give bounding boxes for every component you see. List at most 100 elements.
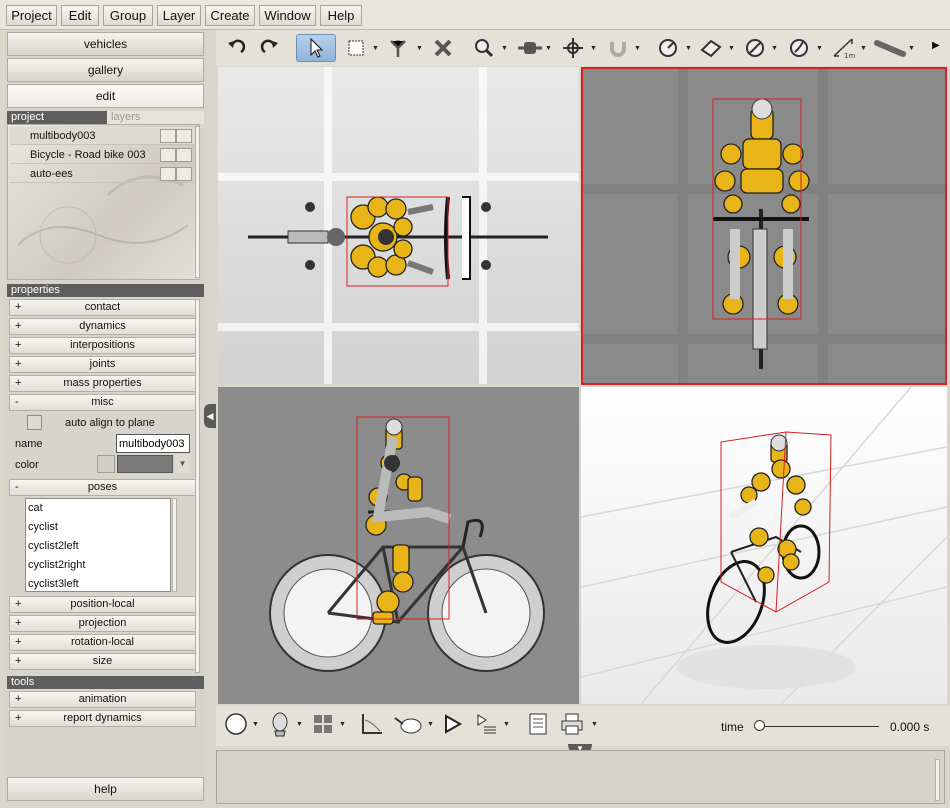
chevron-down-icon[interactable]: ▼	[728, 45, 735, 52]
visibility-toggle[interactable]	[160, 129, 176, 143]
edit-button[interactable]: edit	[7, 84, 204, 108]
chevron-down-icon[interactable]: ▼	[296, 721, 303, 728]
property-group-projection[interactable]: + projection	[9, 615, 196, 632]
chevron-down-icon[interactable]: ▼	[372, 45, 379, 52]
time-slider-track[interactable]	[759, 726, 879, 727]
name-field[interactable]	[116, 434, 190, 453]
project-item[interactable]: multibody003	[10, 127, 196, 145]
color-picker[interactable]	[117, 455, 173, 473]
select-arrow-icon[interactable]	[296, 34, 336, 62]
menu-group[interactable]: Group	[103, 5, 153, 26]
property-group-joints[interactable]: + joints	[9, 356, 196, 373]
print-icon[interactable]	[558, 710, 586, 738]
measure-distance-icon[interactable]: 1m	[830, 34, 858, 62]
property-group-rotation-local[interactable]: + rotation-local	[9, 634, 196, 651]
menu-edit[interactable]: Edit	[61, 5, 99, 26]
magnet-icon[interactable]	[604, 34, 632, 62]
delete-icon[interactable]	[429, 34, 457, 62]
grid-layout-icon[interactable]	[309, 710, 337, 738]
chevron-down-icon[interactable]: ▼	[590, 45, 597, 52]
property-group-position-local[interactable]: + position-local	[9, 596, 196, 613]
vehicles-button[interactable]: vehicles	[7, 32, 204, 56]
chevron-down-icon[interactable]: ▼	[908, 45, 915, 52]
color-swatch-small[interactable]	[97, 455, 115, 473]
property-group-dynamics[interactable]: + dynamics	[9, 318, 196, 335]
chevron-down-icon[interactable]: ▼	[252, 721, 259, 728]
list-item[interactable]: cyclist	[26, 518, 170, 537]
property-group-size[interactable]: + size	[9, 653, 196, 670]
list-item[interactable]: cyclist2left	[26, 537, 170, 556]
chevron-down-icon[interactable]: ▼	[816, 45, 823, 52]
panel-collapse-handle[interactable]: ◀	[204, 404, 216, 428]
viewport-top[interactable]	[218, 67, 579, 384]
menu-window[interactable]: Window	[259, 5, 316, 26]
lock-toggle[interactable]	[176, 148, 192, 162]
chevron-down-icon[interactable]: ▼	[427, 721, 434, 728]
chevron-down-icon[interactable]: ▼	[860, 45, 867, 52]
tool-group-animation[interactable]: + animation	[9, 691, 196, 708]
viewport-front[interactable]	[581, 67, 947, 385]
poses-scrollbar[interactable]	[172, 498, 177, 592]
gallery-button[interactable]: gallery	[7, 58, 204, 82]
sphere-icon[interactable]	[222, 710, 250, 738]
angle-tool-icon-3[interactable]	[785, 34, 813, 62]
play-list-icon[interactable]	[472, 710, 500, 738]
list-item[interactable]: cyclist3left	[26, 575, 170, 591]
property-group-misc[interactable]: - misc	[9, 394, 196, 411]
menu-create[interactable]: Create	[205, 5, 255, 26]
joint-icon[interactable]	[384, 34, 412, 62]
project-list-scrollbar[interactable]	[195, 126, 200, 278]
graph-axes-icon[interactable]	[358, 710, 386, 738]
toolbar-overflow-arrow[interactable]: ▶	[932, 40, 940, 51]
menu-layer[interactable]: Layer	[157, 5, 201, 26]
chevron-down-icon[interactable]: ▼	[685, 45, 692, 52]
auto-align-checkbox[interactable]	[27, 415, 42, 430]
time-slider-handle[interactable]	[754, 720, 765, 731]
tab-project[interactable]: project	[7, 111, 107, 124]
visibility-toggle[interactable]	[160, 148, 176, 162]
menu-project[interactable]: Project	[6, 5, 57, 26]
chevron-down-icon[interactable]: ▼	[416, 45, 423, 52]
chevron-down-icon[interactable]: ▼	[339, 721, 346, 728]
console-panel[interactable]	[216, 750, 945, 804]
project-item[interactable]: Bicycle - Road bike 003	[10, 146, 196, 164]
undo-icon[interactable]	[222, 34, 250, 62]
ruler-block-icon[interactable]	[697, 34, 725, 62]
redo-icon[interactable]	[256, 34, 284, 62]
viewport-side[interactable]	[218, 387, 579, 704]
angle-tool-icon-2[interactable]	[741, 34, 769, 62]
property-group-contact[interactable]: + contact	[9, 299, 196, 316]
head-icon[interactable]	[266, 710, 294, 738]
viewport-perspective[interactable]	[581, 387, 947, 704]
tab-layers[interactable]: layers	[107, 111, 204, 124]
lock-toggle[interactable]	[176, 129, 192, 143]
tool-group-report-dynamics[interactable]: + report dynamics	[9, 710, 196, 727]
angle-tool-icon[interactable]	[654, 34, 682, 62]
chevron-down-icon[interactable]: ▼	[175, 455, 190, 473]
visibility-toggle[interactable]	[160, 167, 176, 181]
chevron-down-icon[interactable]: ▼	[591, 721, 598, 728]
property-group-interpositions[interactable]: + interpositions	[9, 337, 196, 354]
chevron-down-icon[interactable]: ▼	[501, 45, 508, 52]
project-item[interactable]: auto-ees	[10, 165, 196, 183]
property-group-mass-properties[interactable]: + mass properties	[9, 375, 196, 392]
animation-path-icon[interactable]	[392, 710, 426, 738]
chevron-down-icon[interactable]: ▼	[545, 45, 552, 52]
tube-icon[interactable]	[872, 34, 908, 62]
help-button[interactable]: help	[7, 777, 204, 801]
list-item[interactable]: cyclist2right	[26, 556, 170, 575]
chevron-down-icon[interactable]: ▼	[771, 45, 778, 52]
select-box-icon[interactable]	[342, 34, 370, 62]
property-group-poses[interactable]: - poses	[9, 479, 196, 496]
chevron-down-icon[interactable]: ▼	[634, 45, 641, 52]
menu-help[interactable]: Help	[320, 5, 362, 26]
zoom-icon[interactable]	[470, 34, 498, 62]
list-item[interactable]: cat	[26, 499, 170, 518]
chevron-down-icon[interactable]: ▼	[503, 721, 510, 728]
connector-icon[interactable]	[516, 34, 544, 62]
lock-toggle[interactable]	[176, 167, 192, 181]
play-icon[interactable]	[438, 710, 466, 738]
console-scrollbar[interactable]	[935, 759, 940, 801]
move-icon[interactable]	[559, 34, 587, 62]
report-icon[interactable]	[524, 710, 552, 738]
